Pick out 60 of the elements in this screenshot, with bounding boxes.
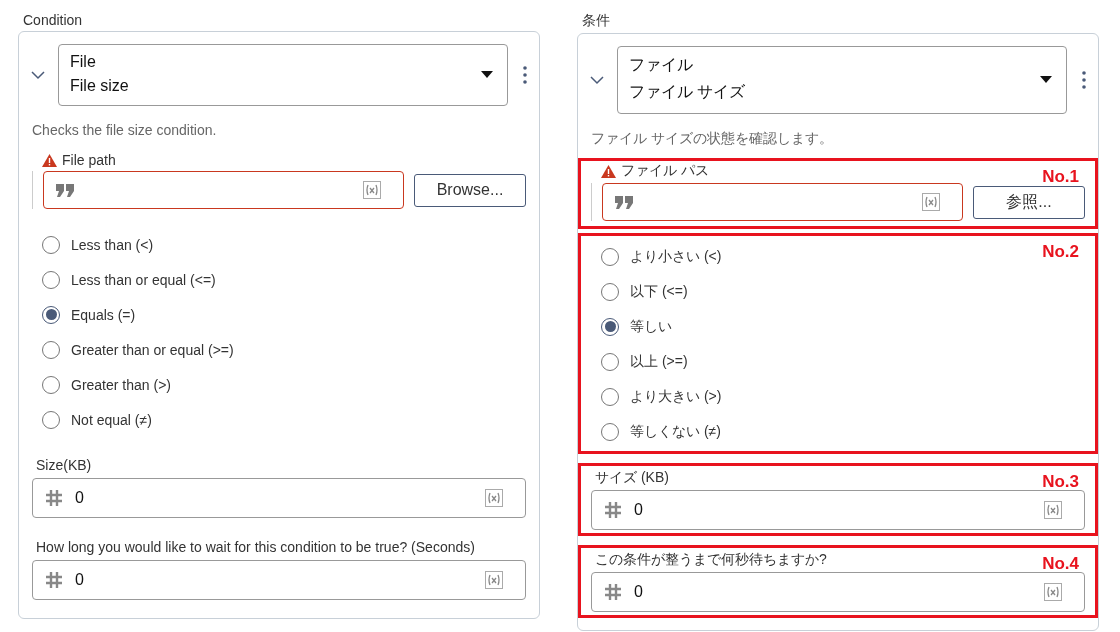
- field-label: File path: [62, 152, 116, 168]
- more-options-icon[interactable]: [523, 66, 527, 84]
- number-field[interactable]: 0: [591, 572, 1085, 612]
- description: Checks the file size condition.: [32, 122, 218, 138]
- callout-label: No.4: [1042, 554, 1079, 574]
- option-label: 以下 (<=): [630, 282, 688, 301]
- option-label: Greater than (>): [71, 376, 171, 393]
- description: ファイル サイズの状態を確認します。: [591, 130, 834, 148]
- number-field[interactable]: 0: [32, 560, 526, 600]
- callout-label: No.2: [1042, 242, 1079, 262]
- option-label: Greater than or equal (>=): [71, 341, 234, 358]
- field-label: How long you would like to wait for this condition to be true? (Seconds): [36, 538, 475, 557]
- number-field[interactable]: 0: [32, 478, 526, 518]
- chevron-down-icon[interactable]: [31, 70, 45, 80]
- browse-button[interactable]: 参照...: [973, 185, 1085, 219]
- caret-icon: [1040, 75, 1052, 83]
- more-options-icon[interactable]: [1082, 71, 1086, 89]
- option-label: Equals (=): [71, 306, 136, 323]
- dropdown-category: ファイル: [629, 55, 693, 75]
- option-label: 等しい: [630, 317, 672, 336]
- caret-icon: [481, 70, 493, 78]
- option-label: より大きい (>): [630, 387, 722, 406]
- file-path-field[interactable]: [43, 171, 404, 209]
- variable-icon[interactable]: [922, 193, 940, 211]
- hash-icon: [604, 501, 622, 519]
- dropdown-category: File: [70, 53, 96, 71]
- warning-icon: [42, 153, 57, 167]
- hash-icon: [45, 489, 63, 507]
- option-label: より小さい (<): [630, 247, 722, 266]
- variable-icon[interactable]: [363, 181, 381, 199]
- variable-icon[interactable]: [1044, 583, 1062, 601]
- hash-icon: [45, 571, 63, 589]
- callout-label: No.1: [1042, 167, 1079, 187]
- quote-icon: [56, 183, 75, 197]
- browse-button[interactable]: Browse...: [414, 173, 526, 207]
- callout-label: No.3: [1042, 472, 1079, 492]
- option-label: 以上 (>=): [630, 352, 688, 371]
- field-label: この条件が整うまで何秒待ちますか?: [595, 550, 827, 569]
- dropdown-value: File size: [70, 77, 129, 95]
- option-label: Less than (<): [71, 236, 154, 253]
- file-path-field[interactable]: [602, 183, 963, 221]
- action-dropdown[interactable]: File File size: [58, 44, 508, 106]
- option-label: Not equal (≠): [71, 411, 152, 428]
- number-field[interactable]: 0: [591, 490, 1085, 530]
- field-label: サイズ (KB): [595, 468, 669, 487]
- field-label: ファイル パス: [621, 162, 709, 180]
- variable-icon[interactable]: [1044, 501, 1062, 519]
- variable-icon[interactable]: [485, 571, 503, 589]
- action-dropdown[interactable]: ファイル ファイル サイズ: [617, 46, 1067, 114]
- quote-icon: [615, 195, 634, 209]
- option-label: Less than or equal (<=): [71, 271, 216, 288]
- variable-icon[interactable]: [485, 489, 503, 507]
- dropdown-value: ファイル サイズ: [629, 82, 746, 102]
- chevron-down-icon[interactable]: [590, 75, 604, 85]
- hash-icon: [604, 583, 622, 601]
- section-title: 条件: [582, 12, 610, 30]
- warning-icon: [601, 164, 616, 178]
- option-label: 等しくない (≠): [630, 422, 721, 441]
- field-label: Size(KB): [36, 456, 92, 475]
- section-title: Condition: [23, 12, 83, 28]
